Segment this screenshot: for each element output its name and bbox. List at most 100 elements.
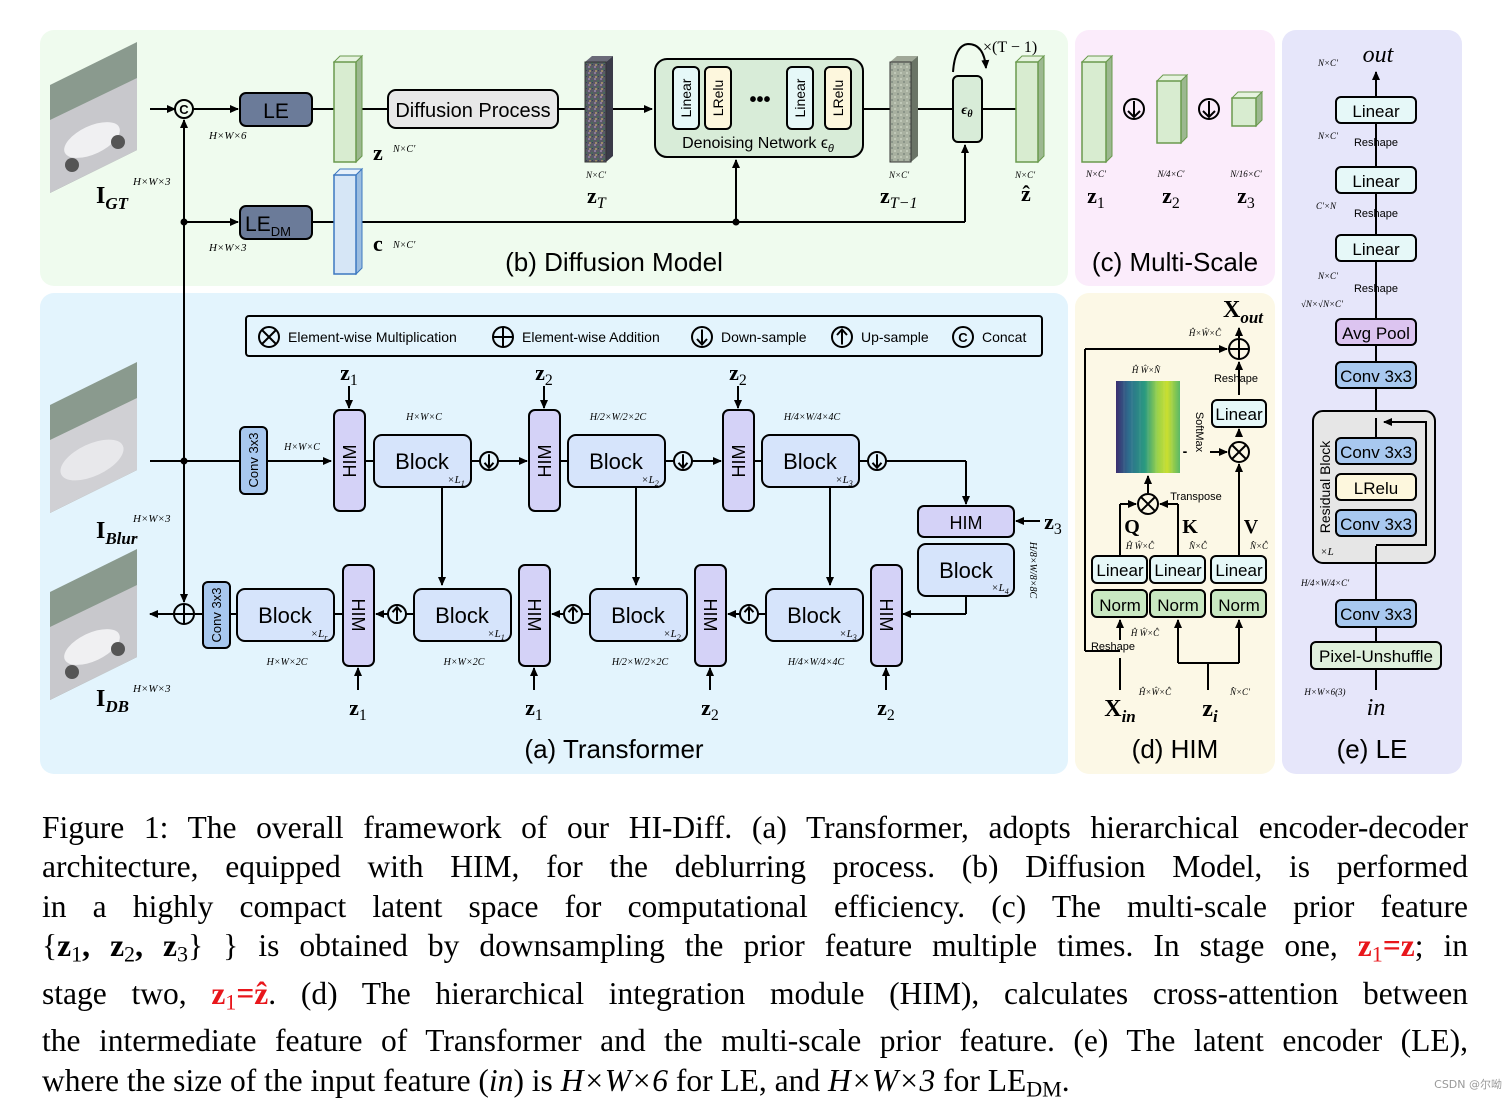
z1-latent bbox=[1080, 54, 1114, 164]
blur-dim: H×W×3 bbox=[132, 513, 171, 525]
down-sample-icon bbox=[479, 451, 499, 471]
dim-label: Ĥ Ŵ×Ĉ bbox=[1130, 628, 1160, 638]
legend-label: Down-sample bbox=[721, 329, 807, 345]
norm-label: Norm bbox=[1218, 596, 1260, 615]
gt-dim: H×W×3 bbox=[132, 176, 171, 188]
le-layer-label: Linear bbox=[1352, 240, 1400, 259]
dim-label: H/4×W/4×C′ bbox=[1300, 578, 1350, 588]
residual-label: Residual Block bbox=[1317, 440, 1333, 534]
le-out-label: out bbox=[1363, 42, 1395, 68]
dim-label: C′×N bbox=[1316, 201, 1337, 211]
reshape-label: Reshape bbox=[1354, 208, 1398, 220]
conv-label: Conv 3x3 bbox=[246, 433, 261, 488]
dim-label: N̂×C′ bbox=[1229, 687, 1251, 697]
caption-line: where the size of the input feature (in)… bbox=[42, 1062, 1070, 1102]
multiply-circle-icon bbox=[1228, 441, 1250, 463]
denoise-layer-label: Linear bbox=[678, 78, 694, 117]
multiply-circle-icon bbox=[258, 326, 280, 348]
dim-label: H×W×2C bbox=[443, 657, 485, 668]
dim-label: H×W×6(3) bbox=[1303, 687, 1345, 697]
qkv-label: V bbox=[1244, 516, 1259, 538]
stage-two-eq: z1=ẑ bbox=[211, 975, 269, 1015]
dim-label: Ĥ×Ŵ×Ĉ bbox=[1138, 687, 1172, 697]
transpose-label: Transpose bbox=[1170, 491, 1222, 503]
him-label: HIM bbox=[348, 599, 368, 632]
le-layer-label: Linear bbox=[1352, 172, 1400, 191]
le-layer-label: Conv 3x3 bbox=[1340, 367, 1412, 386]
him-label: HIM bbox=[535, 445, 555, 478]
le-layer-label: Avg Pool bbox=[1342, 324, 1410, 343]
residual-repeat: ×L bbox=[1320, 546, 1334, 558]
caption-line: Figure 1: The overall framework of our H… bbox=[42, 810, 1468, 845]
svg-text:N×C′: N×C′ bbox=[1014, 170, 1036, 180]
dim-label: H×W×C bbox=[283, 442, 320, 453]
svg-text:N×C′: N×C′ bbox=[392, 240, 416, 251]
dim-label: H×W×C bbox=[405, 412, 442, 423]
up-sample-icon bbox=[387, 604, 407, 624]
dim-label: N×C′ bbox=[1085, 169, 1107, 179]
dim-label: Ĥ Ŵ×Ĉ bbox=[1125, 541, 1155, 551]
multiscale-panel-title: (c) Multi-Scale bbox=[1092, 247, 1258, 277]
dim-label: H/4×W/4×4C bbox=[783, 412, 841, 423]
svg-text:ẑ: ẑ bbox=[1021, 181, 1031, 206]
svg-text:N×C′: N×C′ bbox=[392, 144, 416, 155]
dim-label: N×C′ bbox=[1317, 271, 1339, 281]
down-sample-icon bbox=[867, 451, 887, 471]
dim-label: N×C′ bbox=[1317, 58, 1339, 68]
block-label: Block bbox=[258, 603, 313, 628]
him-label: HIM bbox=[524, 599, 544, 632]
le-panel-title: (e) LE bbox=[1337, 734, 1408, 764]
reshape-label: Reshape bbox=[1354, 283, 1398, 295]
svg-text:LE: LE bbox=[263, 100, 289, 123]
figure-caption: Figure 1: The overall framework of our H… bbox=[42, 808, 1468, 1109]
residual-layer-label: LRelu bbox=[1354, 479, 1398, 498]
norm-label: Norm bbox=[1099, 596, 1141, 615]
dim-label: N̂×Ĉ bbox=[1188, 541, 1208, 551]
svg-text:c: c bbox=[373, 231, 383, 256]
caption-line: stage two, z1=ẑ. (d) The hierarchical in… bbox=[42, 975, 1469, 1015]
dim-label: N×C′ bbox=[1317, 131, 1339, 141]
caption-line: the intermediate feature of Transformer … bbox=[42, 1023, 1468, 1059]
dim-label: N̂×Ĉ bbox=[1249, 541, 1269, 551]
up-sample-icon bbox=[831, 326, 853, 348]
multiply-circle-icon bbox=[1137, 493, 1159, 515]
svg-text:Diffusion Process: Diffusion Process bbox=[395, 100, 550, 122]
pixel-unshuffle-label: Pixel-Unshuffle bbox=[1319, 647, 1433, 666]
transformer-panel-title: (a) Transformer bbox=[524, 734, 703, 764]
diffusion-panel-title: (b) Diffusion Model bbox=[505, 247, 723, 277]
reshape-label: Reshape bbox=[1354, 137, 1398, 149]
z-latent bbox=[332, 54, 364, 164]
residual-layer-label: Conv 3x3 bbox=[1340, 515, 1412, 534]
dim-label: H×W×2C bbox=[266, 657, 308, 668]
svg-text:z: z bbox=[373, 140, 383, 165]
svg-text:C: C bbox=[958, 330, 968, 345]
him-label: HIM bbox=[876, 599, 896, 632]
transformer-panel bbox=[40, 293, 1068, 774]
caption-line: {z1, z2, z3} } is obtained by downsampli… bbox=[42, 927, 1469, 967]
down-sample-icon bbox=[691, 326, 713, 348]
linear-label: Linear bbox=[1096, 561, 1144, 580]
add-circle-icon bbox=[173, 603, 195, 625]
up-sample-icon bbox=[563, 604, 583, 624]
add-circle-icon bbox=[1228, 338, 1250, 360]
le-layer-label: Linear bbox=[1352, 102, 1400, 121]
c-latent bbox=[332, 167, 364, 276]
dim-label: H/4×W/4×4C bbox=[787, 657, 845, 668]
down-sample-icon bbox=[673, 451, 693, 471]
dim-label: N/16×C′ bbox=[1229, 169, 1263, 179]
add-circle-icon bbox=[492, 326, 514, 348]
z3-latent bbox=[1230, 90, 1264, 128]
dim-label: √N×√N×C′ bbox=[1301, 299, 1344, 309]
svg-text:N×C′: N×C′ bbox=[585, 170, 607, 180]
legend-label: Concat bbox=[982, 329, 1026, 345]
block-label: Block bbox=[783, 449, 838, 474]
le-conv-label: Conv 3x3 bbox=[1340, 605, 1412, 624]
dim-label: Ĥ Ŵ×N̂ bbox=[1131, 365, 1161, 375]
norm-label: Norm bbox=[1157, 596, 1199, 615]
residual-layer-label: Conv 3x3 bbox=[1340, 443, 1412, 462]
zhat-latent bbox=[1014, 54, 1046, 164]
framework-figure: IGT H×W×3 C LE H×W×6 LEDM H×W×3 z N×C′ c… bbox=[40, 30, 1462, 774]
block-label: Block bbox=[435, 603, 490, 628]
stage-one-eq: z1=z bbox=[1357, 927, 1415, 967]
qkv-label: Q bbox=[1124, 516, 1140, 538]
